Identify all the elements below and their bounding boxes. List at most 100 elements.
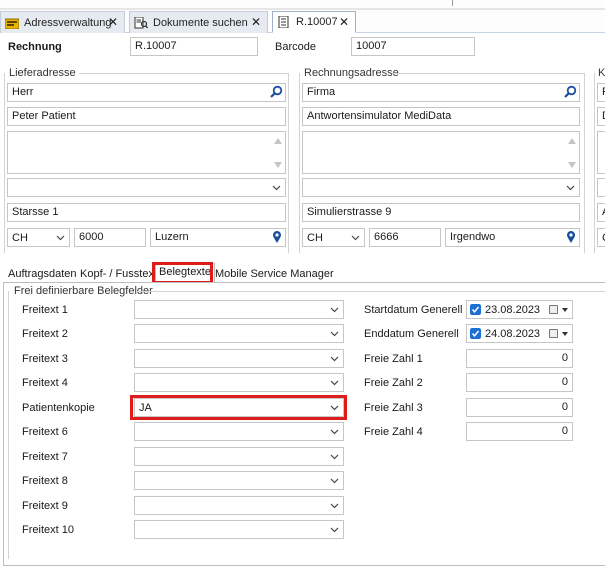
freitext-4-select[interactable] [134, 373, 344, 392]
chevron-down-icon [330, 527, 339, 533]
freitext-7-select[interactable] [134, 447, 344, 466]
rechnungsadresse-street-field[interactable]: Simulierstrasse 9 [302, 203, 580, 222]
scroll-down-icon[interactable] [274, 162, 282, 168]
tab-label: R.10007 [296, 16, 338, 28]
tab-dokumente-suchen[interactable]: Dokumente suchen ✕ [129, 11, 268, 33]
location-pin-icon[interactable] [566, 230, 576, 244]
chevron-down-icon [56, 235, 65, 241]
tab-label: Dokumente suchen [153, 16, 248, 29]
rechnungsadresse-city-field[interactable]: Irgendwo [445, 228, 580, 247]
freitext-2-select[interactable] [134, 324, 344, 343]
chevron-down-icon [330, 454, 339, 460]
third-address-textarea[interactable] [597, 131, 605, 174]
freie-zahl-label: Freie Zahl 2 [364, 377, 423, 389]
chevron-down-icon [330, 356, 339, 362]
salutation-value: Herr [12, 86, 34, 98]
freitext-6-select[interactable] [134, 422, 344, 441]
freitext-9-select[interactable] [134, 496, 344, 515]
third-dropdown[interactable] [597, 178, 605, 197]
rechnungsadresse-dropdown[interactable] [302, 178, 580, 197]
barcode-label: Barcode [275, 41, 316, 53]
freitext-10-select[interactable] [134, 520, 344, 539]
freitext-label: Freitext 3 [22, 353, 68, 365]
scrollbar[interactable] [565, 132, 579, 173]
third-group-title: K [598, 67, 605, 79]
folder-icon [5, 18, 19, 29]
lieferadresse-name-field[interactable]: Peter Patient [7, 107, 286, 126]
dropdown-arrow-icon[interactable] [562, 308, 568, 312]
freitext-label: Freitext 8 [22, 475, 68, 487]
scroll-down-icon[interactable] [568, 162, 576, 168]
tab-kopf-fusstext[interactable]: Kopf- / Fusstext [77, 266, 160, 283]
scroll-up-icon[interactable] [568, 138, 576, 144]
freitext-label: Freitext 10 [22, 524, 74, 536]
scroll-up-icon[interactable] [274, 138, 282, 144]
group-border [8, 291, 9, 559]
rechnungsadresse-country-select[interactable]: CH [302, 228, 365, 247]
country-value: CH [12, 232, 28, 244]
checkbox-checked-icon[interactable] [470, 328, 481, 339]
rechnung-label: Rechnung [8, 41, 62, 53]
close-icon[interactable]: ✕ [339, 15, 349, 29]
tab-strip-marker [452, 0, 453, 6]
group-border [136, 291, 605, 292]
date-value: 24.08.2023 [485, 328, 541, 340]
chevron-down-icon [272, 185, 281, 191]
rechnungsadresse-salutation-field[interactable]: Firma [302, 83, 580, 102]
freie-zahl-3-field[interactable]: 0 [466, 398, 573, 417]
tab-auftragsdaten[interactable]: Auftragsdaten [5, 266, 80, 283]
freitext-3-select[interactable] [134, 349, 344, 368]
enddatum-picker[interactable]: 24.08.2023 [466, 324, 573, 343]
lieferadresse-zip-field[interactable]: 6000 [74, 228, 146, 247]
freie-zahl-label: Freie Zahl 4 [364, 426, 423, 438]
rechnung-number-field[interactable]: R.10007 [130, 37, 258, 56]
freie-zahl-2-field[interactable]: 0 [466, 373, 573, 392]
third-country-select[interactable]: C [597, 228, 605, 247]
third-name-field[interactable]: D [597, 107, 605, 126]
barcode-field[interactable]: 10007 [351, 37, 475, 56]
calendar-icon[interactable] [549, 329, 558, 338]
group-border [594, 73, 595, 253]
tab-mobile-service-manager[interactable]: Mobile Service Manager [212, 266, 337, 283]
search-icon[interactable] [270, 85, 283, 98]
rechnungsadresse-zip-field[interactable]: 6666 [369, 228, 441, 247]
third-salutation-field[interactable]: F [597, 83, 605, 102]
rechnungsadresse-address-textarea[interactable] [302, 131, 580, 174]
highlight-box [152, 262, 213, 284]
group-border [392, 73, 584, 74]
chevron-down-icon [330, 429, 339, 435]
group-border [79, 73, 288, 74]
search-icon[interactable] [564, 85, 577, 98]
lieferadresse-country-select[interactable]: CH [7, 228, 70, 247]
tab-label: Adressverwaltung [24, 16, 112, 29]
scrollbar[interactable] [271, 132, 285, 173]
freie-zahl-1-field[interactable]: 0 [466, 349, 573, 368]
rechnungsadresse-title: Rechnungsadresse [304, 67, 399, 79]
lieferadresse-city-field[interactable]: Luzern [150, 228, 286, 247]
lieferadresse-address-textarea[interactable] [7, 131, 286, 174]
lieferadresse-dropdown[interactable] [7, 178, 286, 197]
date-value: 23.08.2023 [485, 304, 541, 316]
group-border [4, 73, 5, 253]
group-border [288, 73, 289, 253]
tab-adressverwaltung[interactable]: Adressverwaltung ✕ [0, 11, 125, 33]
close-icon[interactable]: ✕ [251, 15, 261, 29]
lieferadresse-salutation-field[interactable]: Herr [7, 83, 286, 102]
startdatum-picker[interactable]: 23.08.2023 [466, 300, 573, 319]
rechnungsadresse-name-field[interactable]: Antwortensimulator MediData [302, 107, 580, 126]
lieferadresse-title: Lieferadresse [9, 67, 76, 79]
location-pin-icon[interactable] [272, 230, 282, 244]
close-icon[interactable]: ✕ [108, 15, 118, 29]
salutation-value: Firma [307, 86, 336, 98]
dropdown-arrow-icon[interactable] [562, 332, 568, 336]
tab-r10007[interactable]: R.10007 ✕ [272, 11, 356, 33]
freie-zahl-4-field[interactable]: 0 [466, 422, 573, 441]
chevron-down-icon [330, 478, 339, 484]
freitext-1-select[interactable] [134, 300, 344, 319]
calendar-icon[interactable] [549, 305, 558, 314]
third-street-field[interactable]: A [597, 203, 605, 222]
lieferadresse-street-field[interactable]: Starsse 1 [7, 203, 286, 222]
checkbox-checked-icon[interactable] [470, 304, 481, 315]
freitext-8-select[interactable] [134, 471, 344, 490]
tab-strip-top-line [0, 8, 605, 10]
